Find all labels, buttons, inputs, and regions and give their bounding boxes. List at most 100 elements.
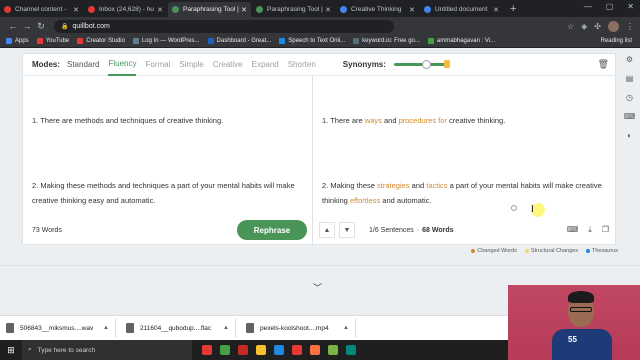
changed-word[interactable]: tactics [426, 181, 447, 190]
document-icon[interactable]: ▤ [626, 74, 634, 83]
close-window-icon[interactable]: ✕ [627, 2, 634, 11]
file-icon [6, 323, 14, 333]
legend-item: Changed Words [471, 248, 517, 254]
download-icon[interactable]: ⤓ [588, 225, 592, 235]
chevron-down-icon[interactable]: ﹀ [313, 281, 322, 294]
tab-close-icon[interactable]: ✕ [157, 6, 163, 14]
mode-tab-shorten[interactable]: Shorten [288, 54, 316, 76]
changed-word[interactable]: ways [365, 116, 382, 125]
tab-close-icon[interactable]: ✕ [325, 6, 331, 14]
window-controls: — ▢ ✕ [584, 2, 634, 11]
next-sentence-button[interactable]: ▼ [339, 222, 355, 238]
legend-label: Thesaurus [592, 248, 618, 254]
mode-tab-fluency[interactable]: Fluency [108, 54, 137, 76]
app-icon[interactable] [202, 345, 212, 355]
output-text: 2. Making these [322, 181, 378, 190]
download-item[interactable]: 506843__miksmus....wav ▲ [6, 318, 116, 338]
changed-word[interactable]: procedures for [399, 116, 447, 125]
app-icon[interactable] [328, 345, 338, 355]
mode-tab-simple[interactable]: Simple [179, 54, 203, 76]
output-paragraph-2[interactable]: 2. Making these strategies and tactics a… [322, 178, 607, 208]
legend-item: Structural Changes [524, 248, 578, 254]
tab-close-icon[interactable]: ✕ [73, 6, 79, 14]
browser-tab-strip: Channel content - ✕ Inbox (24,628) - hu ✕ Pa… [0, 0, 640, 17]
mode-tab-expand[interactable]: Expand [252, 54, 279, 76]
taskbar-apps [202, 345, 356, 355]
output-paragraph-1[interactable]: 1. There are ways and procedures for cre… [322, 113, 505, 128]
minimize-icon[interactable]: — [584, 2, 592, 11]
browser-tab[interactable]: Inbox (24,628) - hu ✕ [84, 2, 167, 17]
bookmark-icon [207, 38, 214, 44]
bookmark-icon [36, 38, 43, 44]
dark-mode-icon[interactable]: ◐ [627, 131, 632, 140]
mode-tab-formal[interactable]: Formal [145, 54, 170, 76]
tab-close-icon[interactable]: ✕ [241, 6, 247, 14]
slider-handle[interactable] [421, 60, 431, 69]
address-bar[interactable]: 🔒 quillbot.com [54, 19, 394, 33]
extension-icon[interactable]: ◈ [581, 22, 587, 31]
extensions-area: ☆ ◈ ✣ ⋮ [567, 20, 634, 32]
taskbar-search[interactable]: ⌕ Type here to search [22, 340, 192, 360]
tab-title: Untitled document [435, 6, 488, 13]
browser-tab[interactable]: Creative Thinking ✕ [336, 2, 419, 17]
bookmark-item[interactable]: Dashboard - Great... [207, 38, 271, 44]
app-icon[interactable] [346, 345, 356, 355]
windows-start-icon[interactable]: ⊞ [0, 345, 22, 356]
previous-sentence-button[interactable]: ▲ [319, 222, 335, 238]
synonyms-slider[interactable] [393, 60, 450, 69]
input-paragraph-1[interactable]: 1. There are methods and techniques of c… [32, 113, 223, 128]
browser-tab[interactable]: Paraphrasing Tool | ✕ [168, 2, 251, 17]
chevron-up-icon[interactable]: ▲ [223, 325, 229, 331]
rephrase-button[interactable]: Rephrase [237, 220, 307, 240]
keyboard-shortcut-icon[interactable]: ⌨ [624, 112, 636, 121]
mode-tab-standard[interactable]: Standard [67, 54, 99, 76]
app-icon[interactable] [238, 345, 248, 355]
chevron-up-icon[interactable]: ▲ [343, 325, 349, 331]
reload-icon[interactable]: ↻ [34, 21, 48, 32]
copy-icon[interactable]: ❐ [602, 225, 609, 235]
browser-tab[interactable]: Paraphrasing Tool | ✕ [252, 2, 335, 17]
bookmark-item[interactable]: YouTube [36, 38, 69, 44]
reading-list[interactable]: Reading list [601, 38, 632, 44]
bookmark-item[interactable]: Apps [6, 38, 29, 44]
app-icon[interactable] [274, 345, 284, 355]
download-item[interactable]: 211604__qubodup....flac ▲ [126, 318, 236, 338]
input-paragraph-2[interactable]: 2. Making these methods and techniques a… [32, 178, 307, 208]
output-actions: ⌨ ⤓ ❐ [567, 225, 609, 235]
browser-tab[interactable]: Untitled document ✕ [420, 2, 503, 17]
bookmark-item[interactable]: Log In — WordPres... [132, 38, 200, 44]
app-icon[interactable] [220, 345, 230, 355]
chrome-icon[interactable] [292, 345, 302, 355]
trash-icon[interactable]: 🗑 [598, 59, 609, 70]
history-icon[interactable]: ◷ [626, 93, 633, 102]
puzzle-icon[interactable]: ✣ [594, 22, 601, 31]
keyboard-icon[interactable]: ⌨ [567, 225, 579, 235]
tab-close-icon[interactable]: ✕ [409, 6, 415, 14]
changed-word[interactable]: strategies [377, 181, 410, 190]
app-icon[interactable] [256, 345, 266, 355]
maximize-icon[interactable]: ▢ [606, 2, 614, 11]
bookmark-label: Creator Studio [86, 38, 125, 44]
bookmark-item[interactable]: ammabhagavan : Vi... [427, 38, 495, 44]
bookmark-item[interactable]: keyword.io: Free go... [353, 38, 420, 44]
profile-avatar[interactable] [608, 20, 619, 32]
app-icon[interactable] [310, 345, 320, 355]
bookmark-star-icon[interactable]: ☆ [567, 22, 574, 31]
tab-favicon-icon [424, 6, 431, 13]
tab-favicon-icon [172, 6, 179, 13]
menu-icon[interactable]: ⋮ [626, 22, 634, 31]
bookmark-item[interactable]: Speech to Text Onli... [279, 38, 345, 44]
chevron-up-icon[interactable]: ▲ [103, 325, 109, 331]
forward-icon[interactable]: → [20, 21, 34, 31]
changed-word[interactable]: effortless [350, 196, 380, 205]
new-tab-icon[interactable]: + [510, 2, 516, 17]
settings-icon[interactable]: ⚙ [626, 55, 633, 64]
bookmark-icon [427, 38, 434, 44]
file-icon [126, 323, 134, 333]
tab-close-icon[interactable]: ✕ [493, 6, 499, 14]
bookmark-item[interactable]: Creator Studio [77, 38, 125, 44]
back-icon[interactable]: ← [6, 21, 20, 31]
mode-tab-creative[interactable]: Creative [213, 54, 243, 76]
download-item[interactable]: pexels-koolshoot....mp4 ▲ [246, 318, 356, 338]
browser-tab[interactable]: Channel content - ✕ [0, 2, 83, 17]
